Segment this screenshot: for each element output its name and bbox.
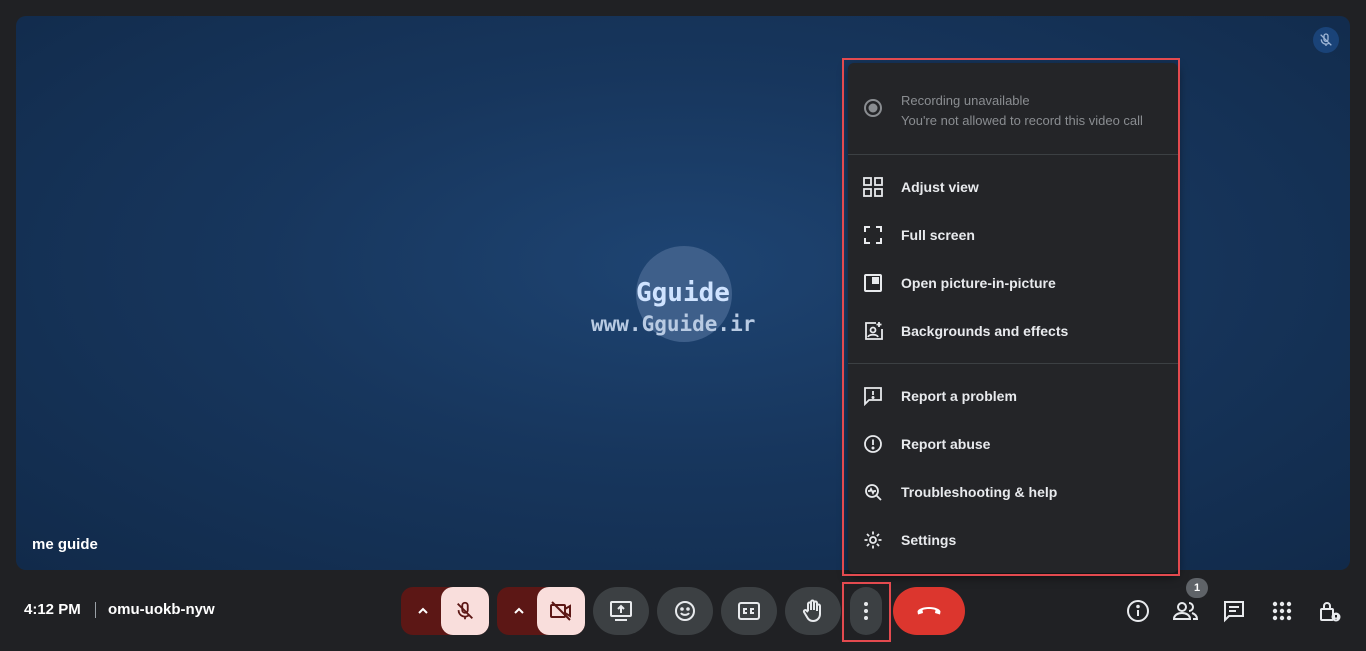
muted-mic-indicator-icon: [1313, 27, 1339, 53]
watermark-title: Gguide: [636, 278, 730, 308]
activities-grid-icon[interactable]: [1269, 598, 1295, 624]
captions-icon: [738, 602, 760, 620]
raise-hand-button[interactable]: [785, 587, 841, 635]
captions-button[interactable]: [721, 587, 777, 635]
present-screen-icon: [610, 601, 632, 621]
menu-highlight-box: [842, 58, 1180, 576]
chat-icon[interactable]: [1221, 598, 1247, 624]
meeting-code: omu-uokb-nyw: [108, 601, 215, 618]
emoji-reaction-button[interactable]: [657, 587, 713, 635]
meeting-details-info-icon[interactable]: [1125, 598, 1151, 624]
camera-toggle-button[interactable]: [537, 587, 585, 635]
emoji-icon: [675, 601, 695, 621]
camera-control: [497, 587, 585, 635]
present-screen-button[interactable]: [593, 587, 649, 635]
audio-settings-chevron-up-icon[interactable]: [401, 587, 445, 635]
more-button-highlight-box: [842, 582, 891, 642]
end-call-icon: [917, 607, 941, 615]
current-time: 4:12 PM: [24, 601, 81, 618]
mic-toggle-button[interactable]: [441, 587, 489, 635]
microphone-control: [401, 587, 489, 635]
people-count-badge: 1: [1186, 578, 1208, 598]
video-settings-chevron-up-icon[interactable]: [497, 587, 541, 635]
people-icon[interactable]: [1173, 598, 1199, 624]
raise-hand-icon: [802, 599, 821, 623]
leave-call-button[interactable]: [893, 587, 965, 635]
divider: [95, 602, 96, 618]
participant-name: me guide: [32, 536, 98, 553]
watermark-url: www.Gguide.ir: [591, 312, 756, 336]
host-controls-lock-icon[interactable]: [1317, 598, 1343, 624]
